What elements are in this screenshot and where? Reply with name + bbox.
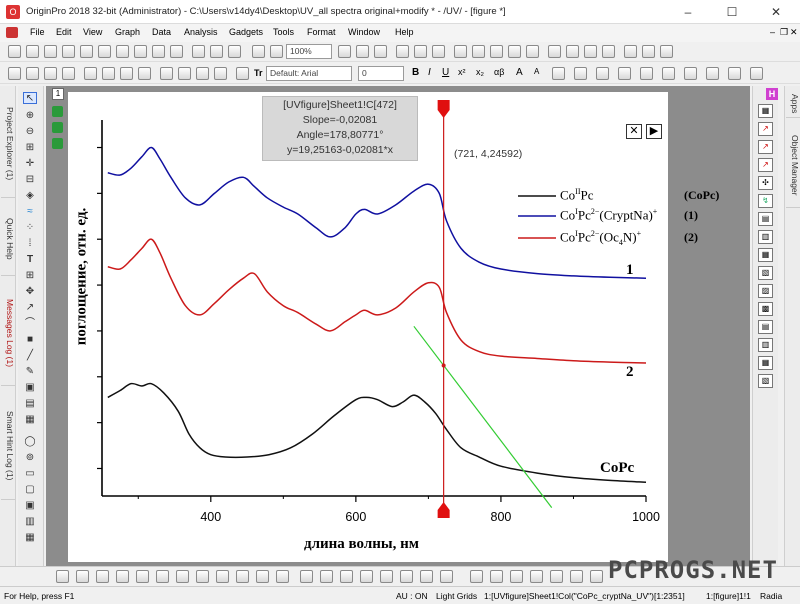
legend-entry-2: CoIPc2−(Oc4N)+: [560, 229, 642, 247]
next-gadget-button[interactable]: ▶: [646, 124, 662, 139]
theme-icon[interactable]: [510, 570, 523, 583]
stack-plot-icon[interactable]: [420, 570, 433, 583]
legend-code-2: (2): [684, 230, 698, 244]
x-axis-title: длина волны, нм: [304, 536, 419, 552]
legend-entry-1: CoIPc2−(CryptNa)+: [560, 207, 658, 223]
legend-code-copc: (CoPc): [684, 188, 720, 202]
readout-line-slope: Slope=-0,02081: [302, 114, 378, 126]
contour-plot-icon[interactable]: [196, 570, 209, 583]
readout-line-dataset: [UVfigure]Sheet1!C[472]: [283, 99, 397, 111]
clone-plot-icon[interactable]: [470, 570, 483, 583]
status-angle-units: Radia: [760, 591, 783, 601]
line-symbol-plot-icon[interactable]: [96, 570, 109, 583]
waterfall-plot-icon[interactable]: [320, 570, 333, 583]
status-autoupdate: AU : ON: [396, 591, 428, 601]
polar-plot-icon[interactable]: [276, 570, 289, 583]
legend-code-1: (1): [684, 208, 698, 222]
vector-plot-icon[interactable]: [236, 570, 249, 583]
chart-ticks: 400 600 800 1000: [97, 146, 660, 524]
status-help-text: For Help, press F1: [4, 591, 75, 601]
tangent-point-marker: [441, 363, 446, 368]
status-bar: For Help, press F1 AU : ON Light Grids 1…: [0, 586, 800, 604]
x-tick-label: 600: [345, 510, 366, 524]
status-grids: Light Grids: [436, 591, 478, 601]
watermark-text: PCPROGS.NET: [608, 556, 778, 584]
chart-legend: [518, 195, 556, 239]
curve-label-2: 2: [626, 364, 634, 380]
column-plot-icon[interactable]: [116, 570, 129, 583]
cursor-bottom-handle: [437, 502, 450, 518]
series-line-2: [107, 238, 647, 364]
batch-plot-icon[interactable]: [490, 570, 503, 583]
close-gadget-button[interactable]: ✕: [626, 124, 642, 139]
multi-panel-icon[interactable]: [400, 570, 413, 583]
plot-setup-icon[interactable]: [440, 570, 453, 583]
chart-axes: [101, 120, 646, 497]
cursor-top-handle: [437, 100, 450, 118]
bubble-plot-icon[interactable]: [360, 570, 373, 583]
box-plot-icon[interactable]: [176, 570, 189, 583]
status-active-column: 1:[UVfigure]Sheet1!Col("CoPc_cryptNa_UV"…: [484, 591, 685, 601]
x-tick-label: 400: [200, 510, 221, 524]
curve-label-1: 1: [626, 262, 634, 278]
copy-format-icon[interactable]: [530, 570, 543, 583]
slide-show-icon[interactable]: [590, 570, 603, 583]
heatmap-plot-icon[interactable]: [340, 570, 353, 583]
stock-plot-icon[interactable]: [256, 570, 269, 583]
y-axis-title: поглощение, отн. ед.: [73, 207, 90, 346]
legend-entry-copc: CoIIPc: [560, 187, 594, 203]
x-tick-label: 1000: [632, 510, 660, 524]
chart-overlay: [413, 100, 553, 518]
tangent-readout: [UVfigure]Sheet1!C[472] Slope=-0,02081 A…: [262, 96, 418, 161]
graph-export-icon[interactable]: [570, 570, 583, 583]
readout-line-angle: Angle=178,80771°: [296, 129, 384, 141]
series-line-copc: [107, 382, 647, 483]
readout-line-equation: y=19,25163-0,02081*x: [287, 144, 393, 156]
scatter-plot-icon[interactable]: [76, 570, 89, 583]
pie-plot-icon[interactable]: [156, 570, 169, 583]
x-tick-label: 800: [491, 510, 512, 524]
line-plot-icon[interactable]: [56, 570, 69, 583]
3d-plot-icon[interactable]: [216, 570, 229, 583]
area-plot-icon[interactable]: [136, 570, 149, 583]
status-active-sheet: 1:[figure]1!1: [706, 591, 751, 601]
curve-label-copc: CoPc: [600, 460, 635, 476]
ternary-plot-icon[interactable]: [300, 570, 313, 583]
template-plot-icon[interactable]: [380, 570, 393, 583]
cursor-coordinate-label: (721, 4,24592): [454, 148, 523, 160]
spectra-chart: 400 600 800 1000: [97, 100, 660, 524]
paste-format-icon[interactable]: [550, 570, 563, 583]
